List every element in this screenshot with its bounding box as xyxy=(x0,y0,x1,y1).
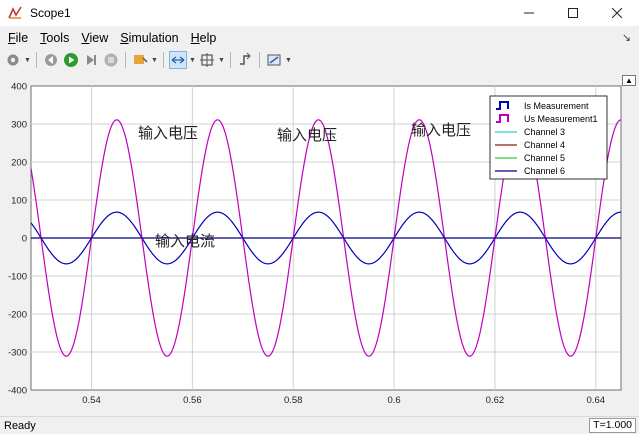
minimize-button[interactable] xyxy=(507,0,551,26)
highlight-icon xyxy=(134,55,148,64)
x-tick-label: 0.64 xyxy=(587,395,606,406)
y-axis-ticks: 400 300 200 100 0 -100 -200 -300 -400 xyxy=(8,82,27,397)
step-forward-button[interactable] xyxy=(82,51,100,69)
triggers-icon xyxy=(240,52,251,65)
annotation-input-voltage-1: 输入电压 xyxy=(138,124,198,142)
step-forward-icon xyxy=(87,55,96,65)
zoom-button[interactable] xyxy=(169,51,187,69)
autoscale-icon xyxy=(200,53,214,67)
x-axis-ticks: 0.54 0.56 0.58 0.6 0.62 0.64 xyxy=(82,395,605,406)
triggers-button[interactable] xyxy=(236,51,254,69)
legend-label: Channel 4 xyxy=(524,140,565,150)
step-back-button[interactable] xyxy=(42,51,60,69)
maximize-button[interactable] xyxy=(551,0,595,26)
annotation-input-voltage-2: 输入电压 xyxy=(277,126,337,144)
close-button[interactable] xyxy=(595,0,639,26)
toolbar-separator xyxy=(125,52,126,68)
legend-label: Channel 3 xyxy=(524,127,565,137)
menu-help[interactable]: Help xyxy=(183,31,221,45)
close-icon xyxy=(612,8,622,18)
annotation-input-current: 输入电流 xyxy=(155,232,215,250)
stop-icon xyxy=(104,53,118,67)
x-tick-label: 0.54 xyxy=(82,395,101,406)
y-tick-label: -200 xyxy=(8,310,27,321)
cursor-measurements-icon xyxy=(267,54,281,66)
autoscale-button[interactable] xyxy=(198,51,216,69)
legend-label: Is Measurement xyxy=(524,101,589,111)
legend-label: Channel 5 xyxy=(524,153,565,163)
y-tick-label: 300 xyxy=(11,120,27,131)
x-tick-label: 0.56 xyxy=(183,395,202,406)
toolbar-separator xyxy=(163,52,164,68)
status-bar: Ready T=1.000 xyxy=(0,416,639,434)
legend-label: Us Measurement1 xyxy=(524,114,598,124)
settings-dropdown[interactable]: ▼ xyxy=(24,57,31,64)
run-button[interactable] xyxy=(62,51,80,69)
y-tick-label: 200 xyxy=(11,158,27,169)
toolbar-separator xyxy=(259,52,260,68)
zoom-dropdown[interactable]: ▼ xyxy=(189,57,196,64)
undock-icon[interactable]: ↘ xyxy=(622,31,631,44)
legend[interactable]: Is Measurement Us Measurement1 Channel 3 Ch… xyxy=(489,95,608,180)
y-tick-label: -400 xyxy=(8,386,27,397)
x-tick-label: 0.58 xyxy=(284,395,303,406)
window-controls xyxy=(507,0,639,26)
cursor-measurements-button[interactable] xyxy=(265,51,283,69)
y-tick-label: 100 xyxy=(11,196,27,207)
toolbar-separator xyxy=(36,52,37,68)
expand-legend-button[interactable]: ▲ xyxy=(622,75,636,86)
menu-simulation[interactable]: Simulation xyxy=(112,31,182,45)
highlight-dropdown[interactable]: ▼ xyxy=(151,57,158,64)
x-tick-label: 0.62 xyxy=(486,395,505,406)
zoom-icon xyxy=(171,56,185,64)
y-tick-label: -300 xyxy=(8,348,27,359)
autoscale-dropdown[interactable]: ▼ xyxy=(218,57,225,64)
settings-button[interactable] xyxy=(4,51,22,69)
highlight-button[interactable] xyxy=(131,51,149,69)
y-tick-label: -100 xyxy=(8,272,27,283)
menu-bar: File Tools View Simulation Help ↘ xyxy=(0,28,639,48)
maximize-icon xyxy=(568,8,578,18)
title-bar: Scope1 xyxy=(0,0,639,26)
step-back-icon xyxy=(45,54,57,66)
cursor-measurements-dropdown[interactable]: ▼ xyxy=(285,57,292,64)
status-text: Ready xyxy=(4,419,36,432)
y-tick-label: 400 xyxy=(11,82,27,93)
annotation-input-voltage-3: 输入电压 xyxy=(411,121,471,139)
toolbar: ▼ ▼ ▼ ▼ ▼ xyxy=(0,49,639,71)
legend-label: Channel 6 xyxy=(524,166,565,176)
x-tick-label: 0.6 xyxy=(387,395,400,406)
scope-plot[interactable]: 4003002001000-100-200-300-400 0.54 0.56 0.… xyxy=(0,74,639,416)
scope-app-icon xyxy=(8,6,22,19)
simulation-time: T=1.000 xyxy=(589,418,636,433)
run-icon xyxy=(64,53,78,67)
window-title: Scope1 xyxy=(30,6,71,20)
menu-file[interactable]: File xyxy=(0,31,32,45)
settings-icon xyxy=(7,54,19,66)
stop-button[interactable] xyxy=(102,51,120,69)
toolbar-separator xyxy=(230,52,231,68)
menu-tools[interactable]: Tools xyxy=(32,31,73,45)
y-tick-label: 0 xyxy=(22,234,27,245)
scope-display: 400 300 200 100 0 -100 -200 -300 -400 0.54 0.56 0.… xyxy=(0,74,639,416)
menu-view[interactable]: View xyxy=(73,31,112,45)
minimize-icon xyxy=(524,12,534,14)
